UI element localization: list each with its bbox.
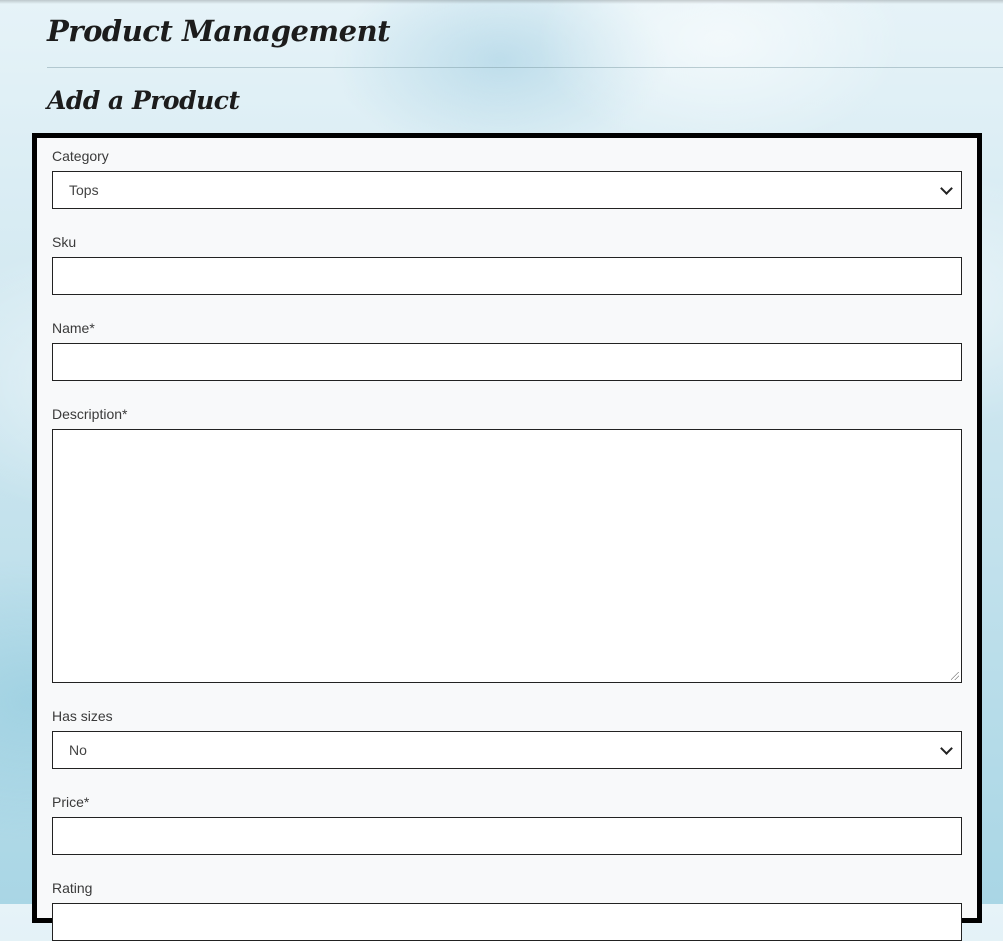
top-shadow — [0, 0, 1003, 4]
category-label: Category — [52, 148, 109, 164]
section-title: Add a Product — [47, 86, 240, 115]
title-divider — [47, 67, 1003, 68]
chevron-down-icon — [940, 741, 953, 755]
name-input[interactable] — [52, 343, 962, 381]
category-select[interactable]: Tops — [52, 171, 962, 209]
price-label: Price* — [52, 794, 90, 810]
page-title: Product Management — [47, 14, 391, 48]
sku-label: Sku — [52, 234, 77, 250]
resize-grip-icon[interactable] — [951, 672, 959, 680]
has-sizes-select[interactable]: No — [52, 731, 962, 769]
name-label: Name* — [52, 320, 95, 336]
chevron-down-icon — [940, 181, 953, 195]
price-input[interactable] — [52, 817, 962, 855]
add-product-form: Category Tops Sku Name* Description* Has… — [32, 133, 982, 941]
has-sizes-label: Has sizes — [52, 708, 113, 724]
has-sizes-selected-value: No — [69, 742, 87, 758]
rating-label: Rating — [52, 880, 93, 896]
sku-input[interactable] — [52, 257, 962, 295]
description-label: Description* — [52, 406, 128, 422]
description-textarea[interactable] — [52, 429, 962, 683]
rating-input[interactable] — [52, 903, 962, 941]
category-selected-value: Tops — [69, 182, 99, 198]
